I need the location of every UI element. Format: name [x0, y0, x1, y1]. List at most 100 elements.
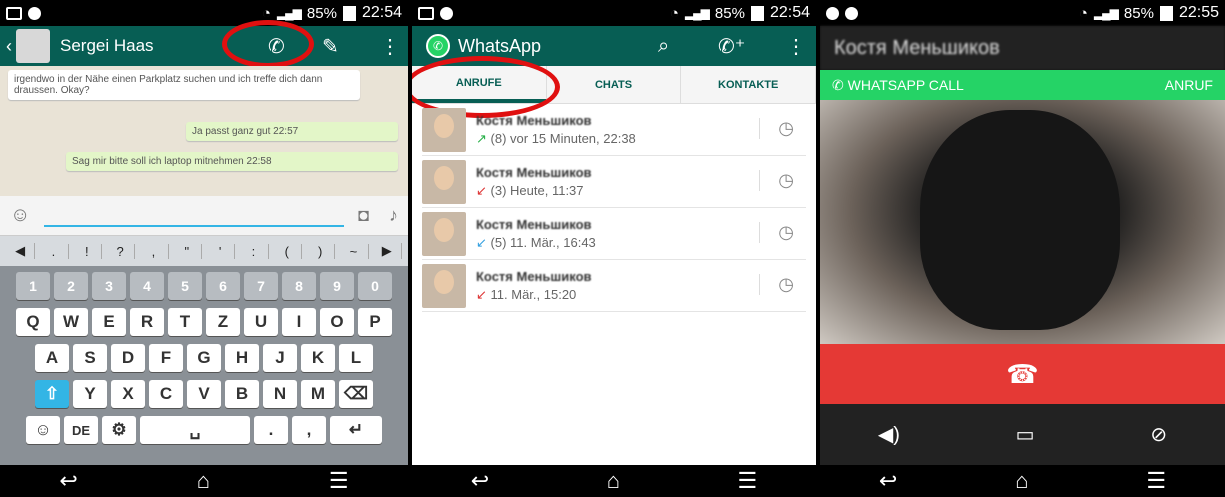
key[interactable]: L: [339, 344, 373, 372]
key[interactable]: ◀: [6, 243, 36, 259]
key[interactable]: Y: [73, 380, 107, 408]
phone-call-icon[interactable]: ✆: [268, 34, 285, 59]
clock-icon[interactable]: ◷: [759, 118, 794, 139]
key[interactable]: C: [149, 380, 183, 408]
speaker-icon[interactable]: ◀): [878, 422, 900, 447]
key[interactable]: A: [35, 344, 69, 372]
key[interactable]: ": [173, 243, 202, 259]
call-row[interactable]: Костя Меньшиков ↗ (8) vor 15 Minuten, 22…: [422, 104, 806, 156]
attach-icon[interactable]: ✎: [322, 34, 339, 59]
whatsapp-status-icon: [826, 6, 839, 20]
key[interactable]: H: [225, 344, 259, 372]
key[interactable]: 9: [320, 272, 354, 300]
message-text: Ja passt ganz gut: [192, 126, 271, 137]
key[interactable]: M: [301, 380, 335, 408]
key[interactable]: ~: [339, 243, 369, 259]
key[interactable]: W: [54, 308, 88, 336]
call-type-label: WHATSAPP CALL: [847, 77, 964, 93]
key[interactable]: ,: [139, 243, 169, 259]
key[interactable]: ): [306, 243, 336, 259]
key[interactable]: N: [263, 380, 297, 408]
back-icon[interactable]: ‹: [6, 36, 12, 57]
avatar: [422, 263, 466, 308]
hangup-button[interactable]: ☎: [820, 344, 1225, 404]
home-icon[interactable]: ⌂: [607, 468, 620, 494]
emoji-icon[interactable]: ☺: [10, 204, 30, 227]
enter-icon[interactable]: ↵: [330, 416, 382, 444]
contact-name[interactable]: Sergei Haas: [60, 36, 154, 56]
key[interactable]: 7: [244, 272, 278, 300]
clock-icon[interactable]: ◷: [759, 170, 794, 191]
key[interactable]: 5: [168, 272, 202, 300]
key[interactable]: 2: [54, 272, 88, 300]
key[interactable]: 0: [358, 272, 392, 300]
back-nav-icon[interactable]: ↩: [879, 468, 897, 494]
notification-icon: [845, 6, 858, 20]
clock-icon[interactable]: ◷: [759, 222, 794, 243]
key[interactable]: .: [39, 243, 69, 259]
call-row[interactable]: Костя Меньшиков ↙ (3) Heute, 11:37 ◷: [422, 156, 806, 208]
key[interactable]: ': [206, 243, 236, 259]
key[interactable]: D: [111, 344, 145, 372]
key[interactable]: (: [273, 243, 302, 259]
key[interactable]: 3: [92, 272, 126, 300]
key[interactable]: 8: [282, 272, 316, 300]
search-icon[interactable]: ⌕: [658, 35, 669, 58]
avatar[interactable]: [16, 29, 50, 63]
tab-chats[interactable]: CHATS: [547, 66, 682, 103]
language-key[interactable]: DE: [64, 416, 98, 444]
period-key[interactable]: .: [254, 416, 288, 444]
mic-icon[interactable]: ♪: [389, 205, 398, 226]
key[interactable]: T: [168, 308, 202, 336]
key[interactable]: ▶: [373, 243, 402, 259]
key[interactable]: E: [92, 308, 126, 336]
key[interactable]: Z: [206, 308, 240, 336]
key[interactable]: 4: [130, 272, 164, 300]
key[interactable]: S: [73, 344, 107, 372]
message-input[interactable]: [44, 205, 345, 227]
back-nav-icon[interactable]: ↩: [471, 468, 489, 494]
new-call-icon[interactable]: ✆⁺: [718, 34, 745, 59]
tab-contacts[interactable]: KONTAKTE: [681, 66, 816, 103]
key[interactable]: O: [320, 308, 354, 336]
key[interactable]: B: [225, 380, 259, 408]
menu-icon[interactable]: ⋮: [786, 34, 806, 59]
recents-icon[interactable]: ☰: [737, 468, 757, 494]
key[interactable]: J: [263, 344, 297, 372]
key[interactable]: P: [358, 308, 392, 336]
key[interactable]: R: [130, 308, 164, 336]
space-key[interactable]: ␣: [140, 416, 250, 444]
key[interactable]: I: [282, 308, 316, 336]
recents-icon[interactable]: ☰: [1146, 468, 1166, 494]
key[interactable]: 6: [206, 272, 240, 300]
emoji-key-icon[interactable]: ☺: [26, 416, 60, 444]
mute-mic-icon[interactable]: ⊘: [1150, 422, 1167, 447]
shift-icon[interactable]: ⇧: [35, 380, 69, 408]
key[interactable]: :: [239, 243, 269, 259]
key[interactable]: !: [73, 243, 102, 259]
key[interactable]: X: [111, 380, 145, 408]
menu-icon[interactable]: ⋮: [380, 34, 400, 59]
key[interactable]: 1: [16, 272, 50, 300]
call-row[interactable]: Костя Меньшиков ↙ 11. Mär., 15:20 ◷: [422, 260, 806, 312]
key[interactable]: G: [187, 344, 221, 372]
camera-icon[interactable]: ◘: [358, 205, 369, 226]
key[interactable]: F: [149, 344, 183, 372]
comma-key[interactable]: ,: [292, 416, 326, 444]
missed-arrow-icon: ↙: [476, 182, 487, 198]
call-row[interactable]: Костя Меньшиков ↙ (5) 11. Mär., 16:43 ◷: [422, 208, 806, 260]
key[interactable]: K: [301, 344, 335, 372]
home-icon[interactable]: ⌂: [197, 468, 210, 494]
tab-calls[interactable]: ANRUFE: [412, 66, 547, 103]
home-icon[interactable]: ⌂: [1015, 468, 1028, 494]
key[interactable]: Q: [16, 308, 50, 336]
recents-icon[interactable]: ☰: [329, 468, 349, 494]
back-nav-icon[interactable]: ↩: [59, 468, 77, 494]
key[interactable]: U: [244, 308, 278, 336]
key[interactable]: V: [187, 380, 221, 408]
message-icon[interactable]: ▭: [1016, 422, 1035, 447]
backspace-icon[interactable]: ⌫: [339, 380, 373, 408]
settings-icon[interactable]: ⚙: [102, 416, 136, 444]
key[interactable]: ?: [106, 243, 136, 259]
clock-icon[interactable]: ◷: [759, 274, 794, 295]
